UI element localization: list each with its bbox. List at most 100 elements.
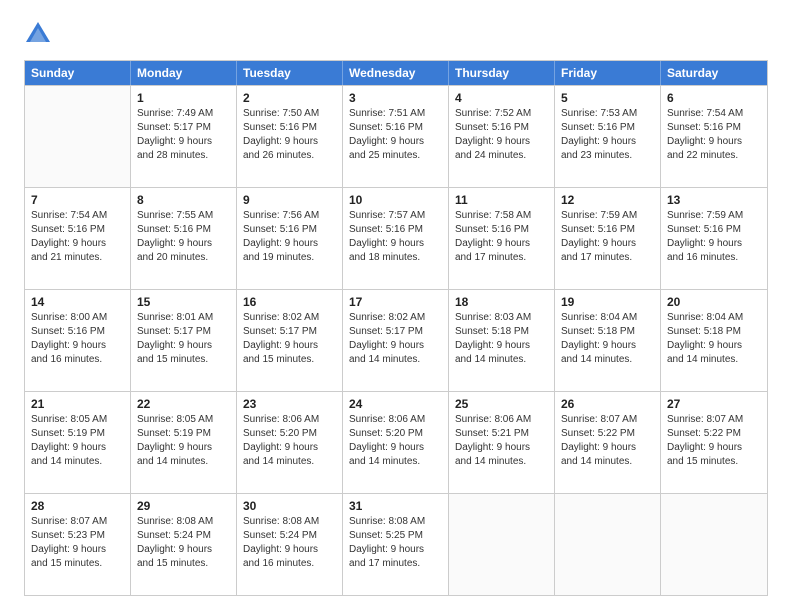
day-number: 26 [561, 396, 654, 412]
cell-info: Sunrise: 8:04 AMSunset: 5:18 PMDaylight:… [667, 311, 761, 367]
calendar-cell: 6Sunrise: 7:54 AMSunset: 5:16 PMDaylight… [661, 86, 767, 187]
cell-info: Sunrise: 8:07 AMSunset: 5:22 PMDaylight:… [667, 413, 761, 469]
day-number: 9 [243, 192, 336, 208]
calendar-cell: 2Sunrise: 7:50 AMSunset: 5:16 PMDaylight… [237, 86, 343, 187]
calendar-cell: 31Sunrise: 8:08 AMSunset: 5:25 PMDayligh… [343, 494, 449, 595]
calendar-cell: 12Sunrise: 7:59 AMSunset: 5:16 PMDayligh… [555, 188, 661, 289]
calendar-page: SundayMondayTuesdayWednesdayThursdayFrid… [0, 0, 792, 612]
day-number: 16 [243, 294, 336, 310]
day-number: 25 [455, 396, 548, 412]
logo-icon [24, 20, 52, 48]
cell-info: Sunrise: 8:01 AMSunset: 5:17 PMDaylight:… [137, 311, 230, 367]
day-number: 11 [455, 192, 548, 208]
cell-info: Sunrise: 7:53 AMSunset: 5:16 PMDaylight:… [561, 107, 654, 163]
cell-info: Sunrise: 8:07 AMSunset: 5:23 PMDaylight:… [31, 515, 124, 571]
weekday-header: Tuesday [237, 61, 343, 85]
calendar-cell: 22Sunrise: 8:05 AMSunset: 5:19 PMDayligh… [131, 392, 237, 493]
logo [24, 20, 56, 48]
day-number: 21 [31, 396, 124, 412]
day-number: 28 [31, 498, 124, 514]
weekday-header: Sunday [25, 61, 131, 85]
calendar-cell: 24Sunrise: 8:06 AMSunset: 5:20 PMDayligh… [343, 392, 449, 493]
cell-info: Sunrise: 7:57 AMSunset: 5:16 PMDaylight:… [349, 209, 442, 265]
calendar-header: SundayMondayTuesdayWednesdayThursdayFrid… [25, 61, 767, 85]
calendar-row: 21Sunrise: 8:05 AMSunset: 5:19 PMDayligh… [25, 391, 767, 493]
day-number: 6 [667, 90, 761, 106]
page-header [24, 20, 768, 48]
cell-info: Sunrise: 8:05 AMSunset: 5:19 PMDaylight:… [137, 413, 230, 469]
cell-info: Sunrise: 8:06 AMSunset: 5:20 PMDaylight:… [243, 413, 336, 469]
calendar-cell: 16Sunrise: 8:02 AMSunset: 5:17 PMDayligh… [237, 290, 343, 391]
day-number: 14 [31, 294, 124, 310]
cell-info: Sunrise: 7:56 AMSunset: 5:16 PMDaylight:… [243, 209, 336, 265]
day-number: 22 [137, 396, 230, 412]
calendar-cell: 26Sunrise: 8:07 AMSunset: 5:22 PMDayligh… [555, 392, 661, 493]
calendar-cell: 19Sunrise: 8:04 AMSunset: 5:18 PMDayligh… [555, 290, 661, 391]
weekday-header: Thursday [449, 61, 555, 85]
calendar-cell: 10Sunrise: 7:57 AMSunset: 5:16 PMDayligh… [343, 188, 449, 289]
calendar-cell [449, 494, 555, 595]
weekday-header: Saturday [661, 61, 767, 85]
calendar-row: 7Sunrise: 7:54 AMSunset: 5:16 PMDaylight… [25, 187, 767, 289]
day-number: 15 [137, 294, 230, 310]
calendar-cell: 8Sunrise: 7:55 AMSunset: 5:16 PMDaylight… [131, 188, 237, 289]
cell-info: Sunrise: 7:54 AMSunset: 5:16 PMDaylight:… [667, 107, 761, 163]
cell-info: Sunrise: 8:04 AMSunset: 5:18 PMDaylight:… [561, 311, 654, 367]
calendar-cell: 29Sunrise: 8:08 AMSunset: 5:24 PMDayligh… [131, 494, 237, 595]
cell-info: Sunrise: 8:06 AMSunset: 5:20 PMDaylight:… [349, 413, 442, 469]
day-number: 24 [349, 396, 442, 412]
calendar-cell: 27Sunrise: 8:07 AMSunset: 5:22 PMDayligh… [661, 392, 767, 493]
weekday-header: Monday [131, 61, 237, 85]
day-number: 18 [455, 294, 548, 310]
day-number: 20 [667, 294, 761, 310]
cell-info: Sunrise: 7:59 AMSunset: 5:16 PMDaylight:… [561, 209, 654, 265]
calendar: SundayMondayTuesdayWednesdayThursdayFrid… [24, 60, 768, 596]
calendar-row: 28Sunrise: 8:07 AMSunset: 5:23 PMDayligh… [25, 493, 767, 595]
cell-info: Sunrise: 7:54 AMSunset: 5:16 PMDaylight:… [31, 209, 124, 265]
cell-info: Sunrise: 7:49 AMSunset: 5:17 PMDaylight:… [137, 107, 230, 163]
calendar-cell: 17Sunrise: 8:02 AMSunset: 5:17 PMDayligh… [343, 290, 449, 391]
day-number: 12 [561, 192, 654, 208]
day-number: 29 [137, 498, 230, 514]
day-number: 13 [667, 192, 761, 208]
calendar-cell: 15Sunrise: 8:01 AMSunset: 5:17 PMDayligh… [131, 290, 237, 391]
cell-info: Sunrise: 8:03 AMSunset: 5:18 PMDaylight:… [455, 311, 548, 367]
day-number: 17 [349, 294, 442, 310]
day-number: 3 [349, 90, 442, 106]
cell-info: Sunrise: 8:08 AMSunset: 5:25 PMDaylight:… [349, 515, 442, 571]
day-number: 19 [561, 294, 654, 310]
weekday-header: Friday [555, 61, 661, 85]
calendar-cell: 1Sunrise: 7:49 AMSunset: 5:17 PMDaylight… [131, 86, 237, 187]
cell-info: Sunrise: 8:06 AMSunset: 5:21 PMDaylight:… [455, 413, 548, 469]
day-number: 5 [561, 90, 654, 106]
weekday-header: Wednesday [343, 61, 449, 85]
day-number: 23 [243, 396, 336, 412]
cell-info: Sunrise: 8:02 AMSunset: 5:17 PMDaylight:… [349, 311, 442, 367]
calendar-row: 1Sunrise: 7:49 AMSunset: 5:17 PMDaylight… [25, 85, 767, 187]
cell-info: Sunrise: 8:07 AMSunset: 5:22 PMDaylight:… [561, 413, 654, 469]
calendar-cell [555, 494, 661, 595]
cell-info: Sunrise: 7:58 AMSunset: 5:16 PMDaylight:… [455, 209, 548, 265]
calendar-cell: 7Sunrise: 7:54 AMSunset: 5:16 PMDaylight… [25, 188, 131, 289]
cell-info: Sunrise: 8:08 AMSunset: 5:24 PMDaylight:… [243, 515, 336, 571]
calendar-cell: 4Sunrise: 7:52 AMSunset: 5:16 PMDaylight… [449, 86, 555, 187]
calendar-cell: 20Sunrise: 8:04 AMSunset: 5:18 PMDayligh… [661, 290, 767, 391]
cell-info: Sunrise: 7:52 AMSunset: 5:16 PMDaylight:… [455, 107, 548, 163]
day-number: 1 [137, 90, 230, 106]
calendar-cell [25, 86, 131, 187]
day-number: 8 [137, 192, 230, 208]
day-number: 10 [349, 192, 442, 208]
calendar-cell: 21Sunrise: 8:05 AMSunset: 5:19 PMDayligh… [25, 392, 131, 493]
calendar-body: 1Sunrise: 7:49 AMSunset: 5:17 PMDaylight… [25, 85, 767, 595]
calendar-cell [661, 494, 767, 595]
day-number: 2 [243, 90, 336, 106]
cell-info: Sunrise: 7:51 AMSunset: 5:16 PMDaylight:… [349, 107, 442, 163]
cell-info: Sunrise: 8:05 AMSunset: 5:19 PMDaylight:… [31, 413, 124, 469]
calendar-cell: 14Sunrise: 8:00 AMSunset: 5:16 PMDayligh… [25, 290, 131, 391]
calendar-cell: 11Sunrise: 7:58 AMSunset: 5:16 PMDayligh… [449, 188, 555, 289]
calendar-cell: 13Sunrise: 7:59 AMSunset: 5:16 PMDayligh… [661, 188, 767, 289]
day-number: 7 [31, 192, 124, 208]
cell-info: Sunrise: 7:59 AMSunset: 5:16 PMDaylight:… [667, 209, 761, 265]
cell-info: Sunrise: 8:00 AMSunset: 5:16 PMDaylight:… [31, 311, 124, 367]
calendar-cell: 5Sunrise: 7:53 AMSunset: 5:16 PMDaylight… [555, 86, 661, 187]
